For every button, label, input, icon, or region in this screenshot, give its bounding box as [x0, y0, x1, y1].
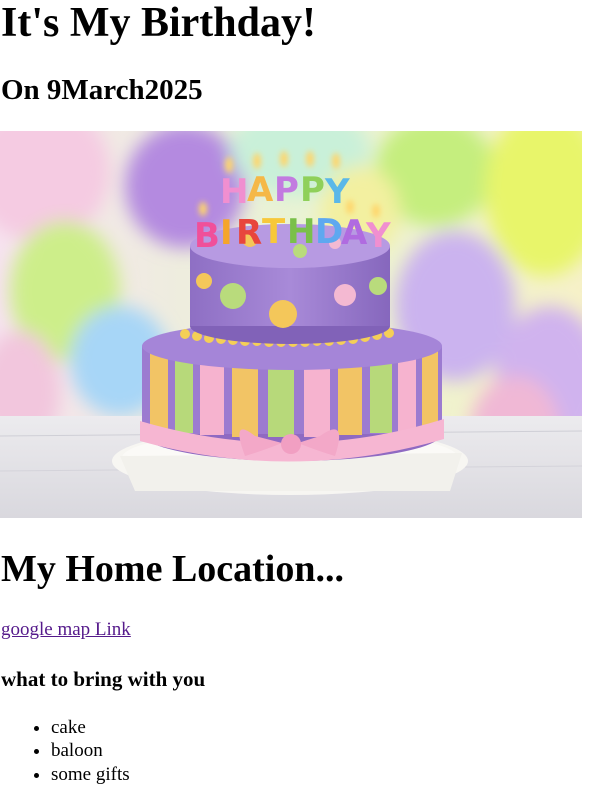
- google-map-link[interactable]: google map Link: [1, 619, 131, 641]
- svg-text:I: I: [220, 213, 233, 253]
- list-item: baloon: [51, 739, 130, 762]
- list-item: some gifts: [51, 763, 130, 786]
- svg-text:A: A: [341, 213, 368, 253]
- svg-text:Y: Y: [365, 216, 391, 256]
- svg-text:H: H: [220, 172, 248, 212]
- page-title: It's My Birthday!: [1, 0, 316, 46]
- svg-text:B: B: [194, 216, 220, 256]
- svg-text:H: H: [287, 212, 315, 252]
- bring-list: cake baloon some gifts: [0, 716, 130, 786]
- svg-text:R: R: [236, 213, 262, 253]
- bring-heading: what to bring with you: [1, 667, 206, 691]
- page: It's My Birthday! On 9March2025 H A P P …: [0, 0, 590, 797]
- location-heading: My Home Location...: [1, 548, 345, 590]
- svg-text:T: T: [262, 212, 286, 252]
- svg-text:P: P: [300, 170, 325, 210]
- list-item: cake: [51, 716, 130, 739]
- svg-text:D: D: [315, 212, 343, 252]
- svg-text:A: A: [247, 170, 274, 210]
- birthday-date: On 9March2025: [1, 74, 203, 106]
- svg-text:P: P: [274, 170, 299, 210]
- birthday-cake-image: H A P P Y B I R T H D A Y: [0, 131, 582, 518]
